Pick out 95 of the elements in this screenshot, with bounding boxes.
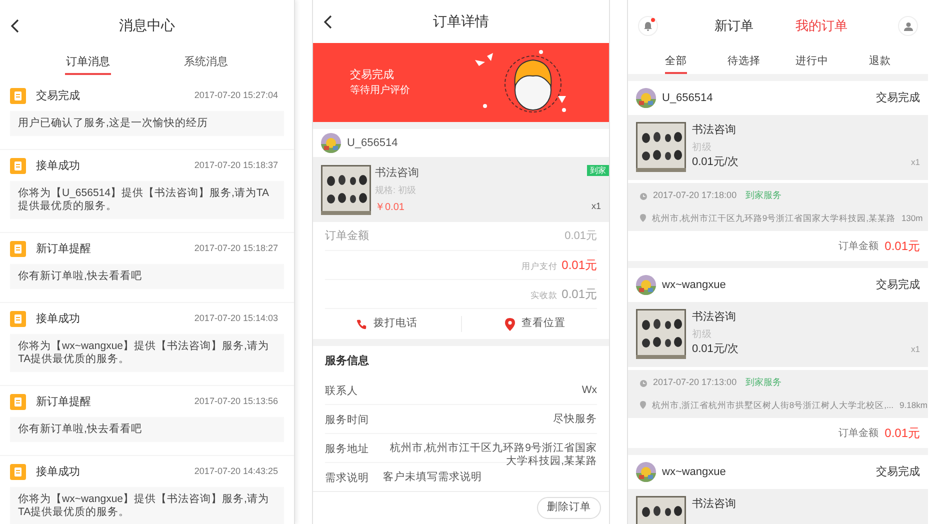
section-heading: 服务信息: [325, 354, 369, 369]
product-name: 书法咨询: [692, 497, 737, 512]
phone-icon: [356, 318, 368, 330]
clipboard-icon: [10, 158, 26, 174]
profile-button[interactable]: [898, 16, 918, 36]
top-tab[interactable]: 我的订单: [796, 16, 848, 36]
distance: 9.18km: [900, 398, 928, 412]
notification-button[interactable]: [638, 16, 658, 36]
amount-value: 0.01元: [562, 286, 597, 303]
product-name: 书法咨询: [375, 166, 419, 180]
info-label: 需求说明: [325, 471, 370, 486]
message-tab[interactable]: 系统消息: [183, 52, 229, 75]
clipboard-icon: [10, 311, 26, 327]
amount-value: 0.01元: [564, 228, 597, 244]
message-time: 2017-07-20 15:18:27: [194, 242, 279, 256]
clock-icon: [640, 192, 647, 200]
info-value: 客户未填写需求说明: [383, 471, 483, 484]
person-icon: [904, 22, 912, 30]
bell-icon: [643, 21, 653, 31]
order-total: 0.01元: [884, 238, 920, 255]
page-title: 消息中心: [119, 17, 175, 33]
filter-tab[interactable]: 退款: [869, 52, 891, 74]
info-label: 服务时间: [325, 413, 370, 428]
user-name: U_656514: [662, 90, 714, 106]
action-button[interactable]: 查看位置: [505, 316, 566, 332]
message-title: 接单成功: [36, 312, 81, 327]
message-title: 接单成功: [36, 464, 81, 480]
total-label: 订单金额: [838, 240, 879, 254]
clipboard-icon: [10, 241, 26, 257]
quantity: x1: [591, 200, 601, 212]
product-price: 0.01元/次: [692, 155, 738, 170]
user-name: wx~wangxue: [662, 278, 727, 293]
back-icon[interactable]: [10, 19, 19, 33]
product-name: 书法咨询: [692, 310, 737, 325]
message-body: 你将为【wx~wangxue】提供【书法咨询】服务,请为TA提供最优质的服务。: [10, 487, 284, 524]
filter-tab[interactable]: 待选择: [728, 52, 760, 74]
clipboard-icon: [10, 464, 26, 480]
message-title: 接单成功: [36, 158, 81, 174]
clock-icon: [640, 380, 647, 387]
amount-value: 0.01元: [562, 257, 597, 274]
action-button[interactable]: 拨打电话: [356, 316, 418, 332]
top-tab[interactable]: 新订单: [714, 16, 754, 36]
distance: 130m: [901, 212, 923, 225]
service-address: 杭州市,杭州市江干区九环路9号浙江省国家大学科技园,某某路: [652, 212, 896, 225]
service-type: 到家服务: [746, 376, 782, 390]
user-name: wx~wangxue: [662, 464, 727, 480]
service-address: 杭州市,浙江省杭州市拱墅区树人街8号浙江树人大学北校区,...: [652, 398, 894, 412]
message-body: 你有新订单啦,快去看看吧: [10, 417, 284, 442]
info-value: 尽快服务: [552, 413, 597, 426]
banner-status: 交易完成: [350, 68, 395, 83]
message-time: 2017-07-20 15:14:03: [194, 312, 279, 326]
quantity: x1: [911, 343, 920, 356]
order-status: 交易完成: [876, 464, 920, 480]
back-icon[interactable]: [323, 14, 332, 28]
message-title: 新订单提醒: [36, 242, 92, 257]
info-value: 杭州市,杭州市江干区九环路9号浙江省国家大学科技园,某某路: [389, 442, 597, 468]
amount-label: 用户支付: [522, 260, 558, 273]
service-time: 2017-07-20 17:13:00: [653, 376, 737, 390]
location-pin-icon: [505, 318, 516, 330]
page-title: 订单详情: [433, 12, 489, 28]
location-pin-icon: [640, 401, 646, 410]
amount-label: 实收款: [530, 289, 558, 302]
clipboard-icon: [10, 394, 26, 410]
message-title: 交易完成: [36, 88, 81, 104]
order-status: 交易完成: [876, 278, 920, 293]
message-time: 2017-07-20 15:27:04: [194, 89, 279, 102]
message-time: 2017-07-20 15:13:56: [194, 395, 279, 408]
info-label: 服务地址: [325, 442, 370, 457]
delete-order-button[interactable]: 删除订单: [537, 497, 601, 519]
service-type: 到家服务: [746, 189, 782, 202]
user-name: U_656514: [347, 136, 398, 151]
message-body: 用户已确认了服务,这是一次愉快的经历: [10, 111, 284, 136]
message-body: 你有新订单啦,快去看看吧: [10, 264, 284, 289]
product-price: 0.01元/次: [692, 342, 738, 357]
banner-subtitle: 等待用户评价: [350, 84, 411, 98]
product-name: 书法咨询: [692, 123, 737, 138]
quantity: x1: [911, 156, 920, 169]
message-tab[interactable]: 订单消息: [65, 52, 111, 75]
info-label: 联系人: [325, 384, 359, 399]
message-time: 2017-07-20 15:18:37: [194, 159, 279, 172]
amount-label: 订单金额: [325, 228, 369, 244]
order-total: 0.01元: [884, 425, 920, 442]
service-tag: 到家: [587, 164, 609, 176]
clipboard-icon: [10, 88, 26, 104]
product-price: ￥0.01: [375, 200, 404, 214]
location-pin-icon: [640, 214, 646, 222]
total-label: 订单金额: [838, 426, 879, 440]
info-value: Wx: [580, 384, 597, 397]
message-body: 你将为【wx~wangxue】提供【书法咨询】服务,请为TA提供最优质的服务。: [10, 334, 284, 372]
message-body: 你将为【U_656514】提供【书法咨询】服务,请为TA提供最优质的服务。: [10, 181, 284, 219]
filter-tab[interactable]: 进行中: [796, 52, 828, 74]
message-time: 2017-07-20 14:43:25: [194, 465, 279, 478]
service-time: 2017-07-20 17:18:00: [653, 189, 737, 202]
message-title: 新订单提醒: [36, 394, 92, 410]
order-status: 交易完成: [876, 90, 920, 106]
